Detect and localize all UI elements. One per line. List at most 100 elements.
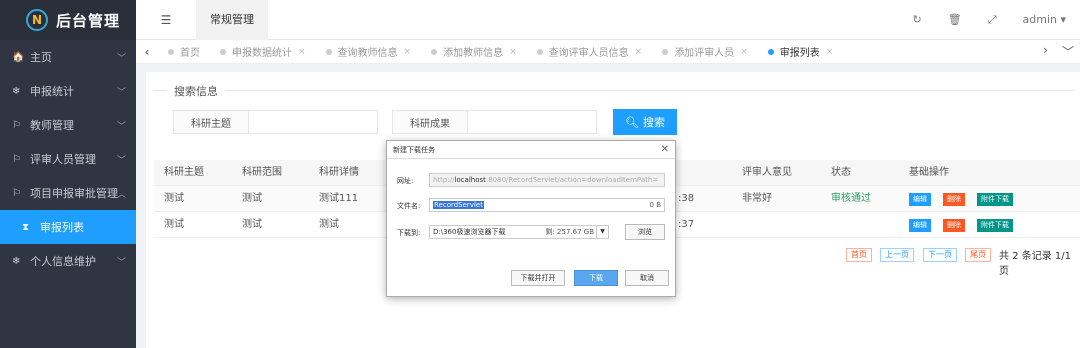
- tab-label: 申报数据统计: [232, 48, 292, 59]
- cell-time: :37: [678, 219, 695, 230]
- refresh-icon[interactable]: ↻: [913, 13, 922, 26]
- cell-detail: 测试: [319, 219, 339, 230]
- filename-value: RecordServlet: [433, 201, 484, 209]
- filename-size: 0 B: [649, 201, 661, 209]
- fullscreen-icon[interactable]: ⤢: [988, 13, 997, 27]
- header-detail: 科研详情: [319, 167, 359, 178]
- header-scope: 科研范围: [242, 167, 282, 178]
- sidebar-item-label: 申报统计: [30, 85, 74, 98]
- logo-text: 后台管理: [56, 11, 121, 30]
- logo-icon: N: [26, 9, 48, 31]
- chevron-down-icon[interactable]: ﹀: [1062, 43, 1074, 60]
- pager-first[interactable]: 首页: [846, 248, 872, 262]
- chevron-down-icon: ﹀: [116, 257, 126, 268]
- snowflake-icon: ❄: [12, 85, 21, 97]
- download-button[interactable]: 下载: [574, 270, 618, 286]
- cell-topic: 测试: [164, 193, 184, 204]
- top-bar: ☰ 常规管理 ↻ 🗑 ⤢ admin ▾: [136, 0, 1080, 40]
- chevron-down-icon: ﹀: [116, 87, 126, 98]
- result-input[interactable]: [467, 110, 597, 134]
- chevron-right-icon[interactable]: ›: [1043, 43, 1048, 60]
- close-icon[interactable]: ×: [404, 47, 412, 57]
- sidebar-item-projects[interactable]: ⚐ 项目申报审批管理 ︿: [0, 176, 136, 210]
- tab-dot: [767, 48, 774, 55]
- download-attachment-button[interactable]: 附件下载: [977, 219, 1013, 232]
- topic-label: 科研主题: [173, 110, 249, 134]
- dialog-title-text: 新建下载任务: [393, 146, 435, 154]
- cell-scope: 测试: [242, 193, 262, 204]
- pager-prev[interactable]: 上一页: [880, 248, 914, 262]
- search-button[interactable]: 🔍︎ 搜索: [613, 109, 677, 135]
- cell-detail: 测试111: [319, 193, 359, 204]
- close-icon[interactable]: ×: [298, 47, 306, 57]
- chevron-down-icon: ﹀: [116, 121, 126, 132]
- tab-label: 查询评审人员信息: [548, 48, 629, 59]
- sidebar-item-teachers[interactable]: ⚐ 教师管理 ﹀: [0, 108, 136, 142]
- delete-button[interactable]: 删除: [943, 193, 965, 206]
- chevron-up-icon: ︿: [116, 189, 126, 200]
- tab-stats[interactable]: 申报数据统计 ×: [210, 44, 316, 59]
- tab-add-reviewer[interactable]: 添加评审人员 ×: [652, 44, 758, 59]
- cell-opinion: 非常好: [742, 193, 772, 204]
- top-tab-general[interactable]: 常规管理: [196, 0, 268, 40]
- delete-button[interactable]: 删除: [943, 219, 965, 232]
- header-topic: 科研主题: [164, 167, 204, 178]
- pager-info: 共 2 条记录 1/1 页: [999, 251, 1071, 277]
- tab-query-reviewers[interactable]: 查询评审人员信息 ×: [527, 44, 653, 59]
- caret-down-icon: ▾: [1060, 13, 1066, 26]
- menu-toggle-icon[interactable]: ☰: [136, 13, 196, 27]
- url-label: 网址:: [397, 177, 414, 185]
- search-legend: 搜索信息: [166, 83, 226, 99]
- sidebar-item-home[interactable]: 🏠 主页 ﹀: [0, 40, 136, 74]
- tab-query-teachers[interactable]: 查询教师信息 ×: [316, 44, 422, 59]
- tab-strip: ‹ 首页 申报数据统计 × 查询教师信息 × 添加教师信息 × 查询评审人员信息 × 添…: [136, 40, 1080, 64]
- top-right-tools: ↻ 🗑 ⤢ admin ▾: [913, 13, 1080, 27]
- url-field[interactable]: http://localhost:8080/RecordServlet/acti…: [429, 173, 665, 187]
- close-icon[interactable]: ×: [509, 47, 517, 57]
- download-attachment-button[interactable]: 附件下载: [977, 193, 1013, 206]
- sidebar-item-label: 项目申报审批管理: [30, 187, 118, 200]
- flag-icon: ⚐: [12, 153, 21, 165]
- pager-last[interactable]: 尾页: [965, 248, 991, 262]
- sidebar-item-review-list[interactable]: ⧗ 审报列表: [0, 210, 136, 244]
- sidebar-item-reviewers[interactable]: ⚐ 评审人员管理 ﹀: [0, 142, 136, 176]
- cell-status: 审核通过: [831, 193, 871, 204]
- tab-label: 查询教师信息: [337, 48, 398, 59]
- dir-select[interactable]: D:\360极速浏览器下载 剩: 257.67 GB ▼: [429, 225, 609, 239]
- filename-label: 文件名:: [397, 202, 421, 210]
- close-icon[interactable]: ×: [635, 47, 643, 57]
- sidebar-item-profile[interactable]: ❄ 个人信息维护 ﹀: [0, 244, 136, 278]
- sidebar-item-stats[interactable]: ❄ 申报统计 ﹀: [0, 74, 136, 108]
- browse-button[interactable]: 浏览: [625, 224, 665, 240]
- dir-value: D:\360极速浏览器下载: [433, 228, 506, 236]
- cancel-button[interactable]: 取消: [625, 270, 669, 286]
- tab-dot: [168, 48, 174, 55]
- cell-time: :38: [678, 193, 695, 204]
- edit-button[interactable]: 编辑: [909, 219, 931, 232]
- url-prefix: http://: [433, 176, 455, 184]
- close-icon[interactable]: ×: [740, 47, 748, 57]
- tab-dot: [325, 48, 332, 55]
- tab-home[interactable]: 首页: [158, 44, 210, 59]
- tab-add-teacher[interactable]: 添加教师信息 ×: [421, 44, 527, 59]
- trash-icon[interactable]: 🗑: [948, 13, 962, 26]
- tab-dot: [220, 48, 226, 55]
- dialog-title: 新建下载任务 ✕: [387, 141, 675, 159]
- sidebar-item-label: 审报列表: [40, 221, 84, 234]
- logo: N 后台管理: [0, 0, 136, 40]
- pager-next[interactable]: 下一页: [923, 248, 957, 262]
- user-menu[interactable]: admin ▾: [1023, 13, 1067, 26]
- home-icon: 🏠: [12, 51, 25, 63]
- tab-review-list[interactable]: 审报列表 ×: [758, 44, 844, 59]
- download-open-button[interactable]: 下载并打开: [511, 270, 565, 286]
- filename-field[interactable]: RecordServlet 0 B: [429, 198, 665, 212]
- chevron-down-icon[interactable]: ▼: [596, 226, 608, 238]
- close-icon[interactable]: ×: [826, 47, 834, 57]
- flag-icon: ⚐: [12, 187, 21, 199]
- close-icon[interactable]: ✕: [661, 141, 669, 159]
- edit-button[interactable]: 编辑: [909, 193, 931, 206]
- topic-input[interactable]: [248, 110, 378, 134]
- flag-icon: ⚐: [12, 119, 21, 131]
- hourglass-icon: ⧗: [22, 221, 30, 233]
- chevron-left-icon[interactable]: ‹: [136, 45, 158, 59]
